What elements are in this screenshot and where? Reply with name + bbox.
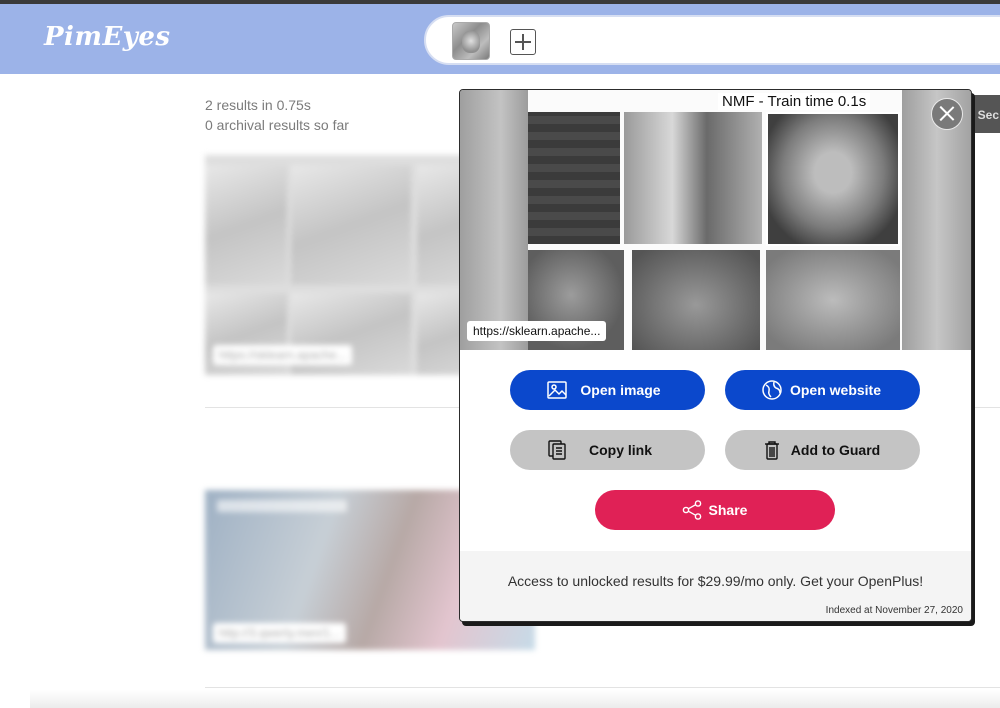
- indexed-date: Indexed at November 27, 2020: [825, 605, 963, 616]
- app-header: PimEyes: [0, 4, 1000, 74]
- add-photo-icon[interactable]: [510, 29, 536, 55]
- results-divider: [205, 687, 1000, 688]
- results-count: 2 results in 0.75s: [205, 97, 311, 113]
- blurred-face-thumb: [205, 165, 287, 285]
- add-to-guard-label: Add to Guard: [790, 442, 881, 458]
- share-icon: [682, 500, 702, 520]
- result-tag: [217, 500, 347, 512]
- globe-icon: [762, 380, 782, 400]
- image-icon: [547, 381, 567, 399]
- modal-footer: Access to unlocked results for $29.99/mo…: [460, 551, 971, 621]
- result-url-chip: http://3.qwerty.men/1...: [213, 623, 347, 643]
- result-url-chip: https://sklearn.apache...: [213, 345, 353, 365]
- open-image-button[interactable]: Open image: [510, 370, 705, 410]
- uploaded-photo-thumbnail[interactable]: [452, 22, 490, 60]
- copy-icon: [548, 440, 566, 460]
- preview-blur-left: [460, 90, 528, 350]
- face-tile: [632, 250, 760, 350]
- result-image-preview[interactable]: NMF - Train time 0.1s https://sklearn.ap…: [460, 90, 971, 350]
- face-tile-highlighted: [766, 112, 900, 246]
- open-image-label: Open image: [580, 382, 661, 398]
- share-label: Share: [708, 502, 748, 518]
- trash-icon: [765, 441, 779, 460]
- copy-link-button[interactable]: Copy link: [510, 430, 705, 470]
- results-summary: 2 results in 0.75s 0 archival results so…: [205, 95, 349, 135]
- result-card-blurred[interactable]: https://sklearn.apache...: [205, 155, 495, 375]
- preview-blur-right: [902, 90, 971, 350]
- share-button[interactable]: Share: [595, 490, 835, 530]
- copy-link-label: Copy link: [588, 442, 652, 458]
- blurred-face-thumb: [291, 165, 411, 285]
- close-icon[interactable]: [931, 98, 963, 130]
- search-bar[interactable]: [424, 15, 1000, 65]
- open-website-label: Open website: [789, 382, 882, 398]
- openplus-promo-text[interactable]: Access to unlocked results for $29.99/mo…: [460, 573, 971, 589]
- open-website-button[interactable]: Open website: [725, 370, 920, 410]
- preview-image: NMF - Train time 0.1s: [528, 90, 902, 350]
- face-tile: [766, 250, 900, 350]
- pimeyes-logo[interactable]: PimEyes: [44, 22, 171, 52]
- source-url-chip[interactable]: https://sklearn.apache...: [467, 321, 607, 341]
- face-tile: [528, 112, 620, 244]
- archival-count: 0 archival results so far: [205, 117, 349, 133]
- result-detail-modal: NMF - Train time 0.1s https://sklearn.ap…: [459, 89, 972, 622]
- bottom-shade: [30, 690, 1000, 708]
- add-to-guard-button[interactable]: Add to Guard: [725, 430, 920, 470]
- preview-image-caption: NMF - Train time 0.1s: [718, 93, 871, 110]
- face-tile: [624, 112, 762, 244]
